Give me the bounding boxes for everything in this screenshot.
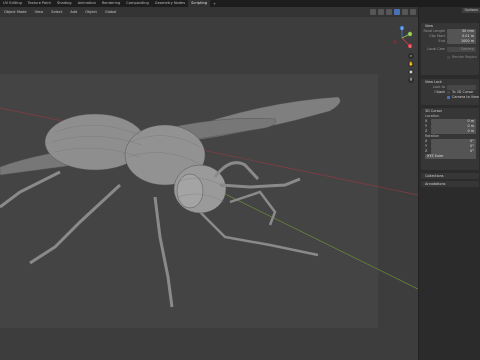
cursor-rotation-x-field[interactable]: 0° (431, 139, 476, 144)
xray-toggle-icon[interactable] (378, 9, 384, 15)
menu-add[interactable]: Add (66, 10, 81, 14)
collections-panel[interactable]: Collections (421, 173, 479, 179)
svg-text:Y: Y (409, 32, 411, 36)
annotations-header[interactable]: Annotations (421, 181, 479, 187)
workspace-tab-scripting[interactable]: Scripting (188, 0, 211, 7)
collections-header[interactable]: Collections (421, 173, 479, 179)
clip-end-field[interactable]: 1000 m (447, 39, 476, 44)
camera-view-icon[interactable]: ▣ (408, 69, 414, 75)
render-region-checkbox[interactable] (447, 55, 451, 60)
menu-select[interactable]: Select (47, 10, 66, 14)
grid-perspective-icon[interactable]: # (408, 77, 414, 83)
shading-wireframe-icon[interactable] (386, 9, 392, 15)
focal-length-field[interactable]: 50 mm (447, 29, 476, 34)
svg-text:X: X (409, 44, 411, 48)
leg-mid-left (0, 170, 61, 209)
pan-hand-icon[interactable]: ✋ (408, 61, 414, 67)
orientation-dropdown[interactable]: Global (101, 10, 120, 14)
shading-material-icon[interactable] (402, 9, 408, 15)
cursor-rotation-y-field[interactable]: 0° (431, 144, 476, 149)
workspace-tab-animation[interactable]: Animation (75, 0, 99, 7)
cursor-rotation-z-field[interactable]: 0° (431, 149, 476, 154)
render-region-row: Render Region (423, 55, 477, 60)
svg-text:Z: Z (401, 26, 403, 30)
workspace-tab-geometry-nodes[interactable]: Geometry Nodes (152, 0, 188, 7)
clip-start-field[interactable]: 0.01 m (447, 34, 476, 39)
menu-view[interactable]: View (31, 10, 48, 14)
workspace-tab-rendering[interactable]: Rendering (99, 0, 123, 7)
annotations-panel[interactable]: Annotations (421, 181, 479, 187)
leg-front-center (153, 196, 174, 308)
3d-cursor-panel: 3D Cursor Location X 0 m Y 0 m Z 0 m Rot… (421, 108, 479, 170)
add-workspace-button[interactable]: + (210, 2, 219, 6)
menu-object[interactable]: Object (81, 10, 101, 14)
cursor-location-z-field[interactable]: 0 m (431, 129, 476, 134)
view-panel: View Focal Length 50 mm Clip Start 0.01 … (421, 23, 479, 75)
leg-rear-left (29, 183, 122, 265)
workspace-tab-uv-editing[interactable]: UV Editing (0, 0, 25, 7)
wasp-model[interactable] (0, 96, 341, 308)
local-camera-row: Local Cam Camera (427, 47, 476, 52)
local-camera-field[interactable]: Camera (447, 47, 476, 52)
viewport-shading-group (370, 9, 416, 15)
lock-3d-cursor-checkbox[interactable] (447, 90, 451, 95)
shading-solid-icon[interactable] (394, 9, 400, 15)
leg-front-right (199, 211, 319, 257)
sidebar-n-panel: Options View Focal Length 50 mm Clip Sta… (418, 7, 480, 360)
view-lock-panel: View Lock Lock to Object Lock To 3D Curs… (421, 79, 479, 105)
workspace-tab-bar: UV Editing Texture Paint Shading Animati… (0, 0, 480, 7)
cursor-location-x-field[interactable]: 0 m (431, 119, 476, 124)
lock-camera-row: Camera to View (423, 95, 479, 100)
workspace-tab-compositing[interactable]: Compositing (123, 0, 152, 7)
options-tab[interactable]: Options (462, 8, 480, 13)
viewport-scene (0, 96, 418, 308)
mode-dropdown[interactable]: Object Mode (0, 10, 31, 14)
shading-rendered-icon[interactable] (410, 9, 416, 15)
zoom-icon[interactable]: ⌕ (408, 53, 414, 59)
sidebar-tabs: Options (419, 7, 480, 21)
workspace-tab-shading[interactable]: Shading (54, 0, 75, 7)
lock-object-field[interactable] (447, 85, 476, 90)
navigation-gizmo[interactable]: X Z Y (390, 24, 418, 68)
wasp-eye (176, 173, 204, 209)
workspace-tab-texture-paint[interactable]: Texture Paint (25, 0, 54, 7)
clip-end-row: End 1000 m (438, 39, 476, 44)
rotation-mode-row: XYZ Euler (423, 154, 477, 159)
overlay-toggle-icon[interactable] (370, 9, 376, 15)
cursor-location-y-field[interactable]: 0 m (431, 124, 476, 129)
antenna-right (219, 177, 301, 189)
cursor-location-z: Z 0 m (425, 129, 476, 134)
rotation-mode-dropdown[interactable]: XYZ Euler (425, 154, 476, 159)
viewport-header: Object Mode View Select Add Object Globa… (0, 7, 418, 17)
leg-right-bent (229, 190, 277, 226)
3d-viewport[interactable]: X Z Y ⌕ ✋ ▣ # (0, 7, 418, 360)
lock-camera-checkbox[interactable] (447, 95, 451, 100)
